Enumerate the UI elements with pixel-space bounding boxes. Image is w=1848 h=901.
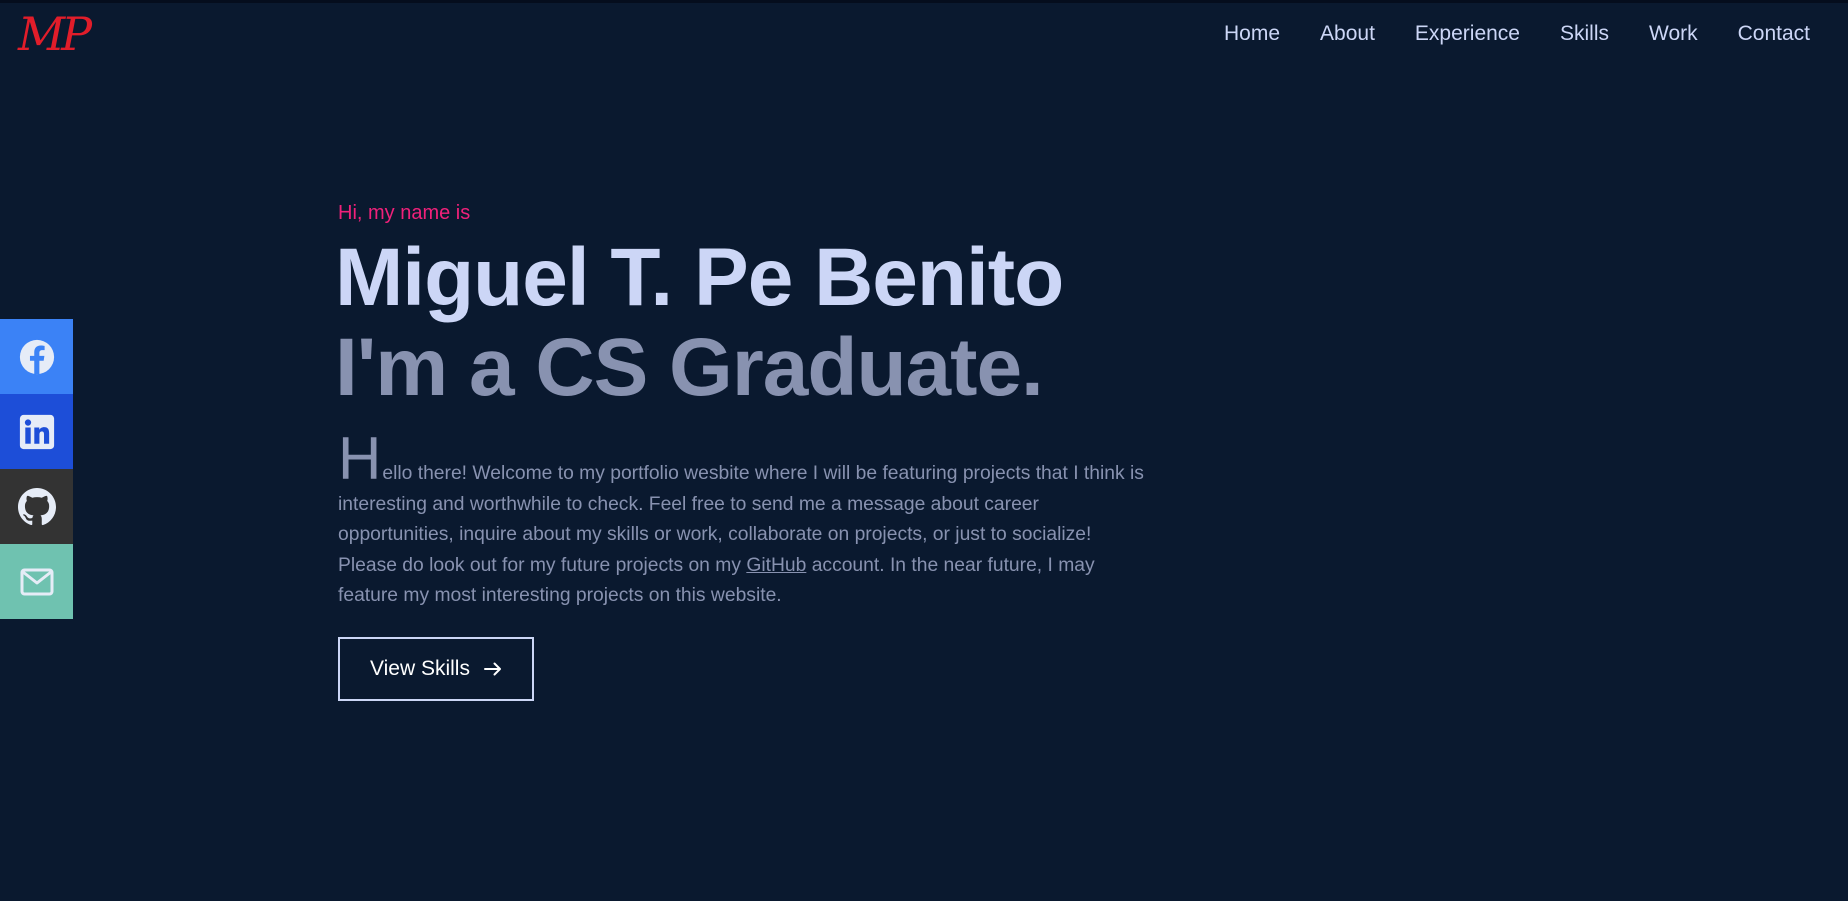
nav-experience-link[interactable]: Experience bbox=[1415, 20, 1520, 48]
hero-tagline: I'm a CS Graduate. bbox=[335, 322, 1044, 413]
github-text-link[interactable]: GitHub bbox=[746, 555, 806, 576]
nav-skills-link[interactable]: Skills bbox=[1560, 20, 1609, 48]
email-link[interactable] bbox=[0, 544, 73, 619]
nav-home-link[interactable]: Home bbox=[1224, 20, 1280, 48]
github-icon bbox=[17, 487, 56, 525]
intro-line-1-text: ello there! Welcome to my portfolio wesb… bbox=[382, 463, 1144, 484]
hero-greeting: Hi, my name is bbox=[338, 202, 471, 224]
view-skills-label: View Skills bbox=[370, 657, 470, 680]
nav-about-link[interactable]: About bbox=[1320, 20, 1375, 48]
site-logo[interactable]: MP bbox=[18, 10, 92, 58]
linkedin-link[interactable] bbox=[0, 394, 73, 469]
intro-line-3: opportunities, inquire about my skills o… bbox=[338, 524, 1092, 545]
top-border bbox=[0, 0, 1848, 3]
linkedin-icon bbox=[19, 414, 54, 449]
hero-intro: Hello there! Welcome to my portfolio wes… bbox=[338, 429, 1218, 612]
arrow-right-icon bbox=[483, 662, 501, 676]
hero-section: Hi, my name is Miguel T. Pe Benito I'm a… bbox=[335, 200, 1218, 612]
intro-dropcap: H bbox=[338, 425, 382, 492]
main-nav: Home About Experience Skills Work Contac… bbox=[1224, 20, 1810, 48]
social-links-bar bbox=[0, 319, 73, 619]
hero-name: Miguel T. Pe Benito bbox=[335, 232, 1064, 323]
intro-line-5: feature my most interesting projects on … bbox=[338, 585, 782, 606]
nav-contact-link[interactable]: Contact bbox=[1738, 20, 1810, 48]
facebook-link[interactable] bbox=[0, 319, 73, 394]
intro-line-4: Please do look out for my future project… bbox=[338, 551, 1218, 582]
view-skills-button[interactable]: View Skills bbox=[338, 637, 534, 701]
facebook-icon bbox=[19, 339, 54, 374]
intro-line-4-before: Please do look out for my future project… bbox=[338, 554, 747, 576]
mail-icon bbox=[20, 568, 53, 595]
nav-work-link[interactable]: Work bbox=[1649, 20, 1698, 48]
intro-line-1: Hello there! Welcome to my portfolio wes… bbox=[338, 429, 1218, 490]
intro-line-4-after: account. In the near future, I may bbox=[806, 554, 1095, 576]
intro-line-2: interesting and worthwhile to check. Fee… bbox=[338, 493, 1039, 515]
github-link[interactable] bbox=[0, 469, 73, 544]
